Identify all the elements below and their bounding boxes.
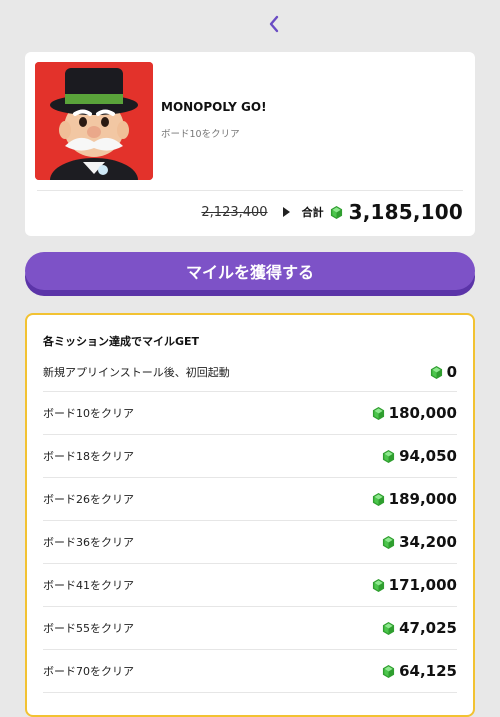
earn-miles-button[interactable]: マイルを獲得する xyxy=(25,252,475,290)
divider xyxy=(37,190,463,191)
mission-points: 171,000 xyxy=(388,576,457,594)
mission-points: 47,025 xyxy=(399,619,457,637)
gem-icon xyxy=(383,664,395,678)
mission-value: 64,125 xyxy=(382,662,457,680)
mission-points: 34,200 xyxy=(399,533,457,551)
monopoly-man-icon xyxy=(35,62,153,180)
mission-label: ボード55をクリア xyxy=(43,622,134,635)
mission-label: ボード36をクリア xyxy=(43,536,134,549)
gem-icon xyxy=(372,406,384,420)
mission-value: 180,000 xyxy=(372,404,457,422)
price-row: 2,123,400 合計 3,185,100 xyxy=(201,198,463,226)
mission-points: 0 xyxy=(446,363,457,381)
mission-row: ボード55をクリア 47,025 xyxy=(43,607,457,650)
mission-label: ボード41をクリア xyxy=(43,579,134,592)
gem-icon xyxy=(383,449,395,463)
mission-value: 189,000 xyxy=(372,490,457,508)
mission-value: 47,025 xyxy=(382,619,457,637)
mission-row: ボード36をクリア 34,200 xyxy=(43,521,457,564)
mission-value: 171,000 xyxy=(372,576,457,594)
app-subtitle: ボード10をクリア xyxy=(161,129,240,140)
mission-value: 0 xyxy=(430,363,457,381)
mission-value: 34,200 xyxy=(382,533,457,551)
chevron-left-icon xyxy=(269,15,279,33)
gem-icon xyxy=(383,535,395,549)
app-icon[interactable] xyxy=(35,62,153,180)
mission-points: 64,125 xyxy=(399,662,457,680)
gem-icon xyxy=(372,578,384,592)
mission-label: ボード26をクリア xyxy=(43,493,134,506)
gem-icon xyxy=(383,621,395,635)
cta-wrapper: マイルを獲得する xyxy=(25,252,475,296)
mission-label: 新規アプリインストール後、初回起動 xyxy=(43,366,230,379)
mission-label: ボード18をクリア xyxy=(43,450,134,463)
total-label: 合計 xyxy=(301,206,324,219)
mission-panel: 各ミッション達成でマイルGET 新規アプリインストール後、初回起動 0 ボード1… xyxy=(25,313,475,717)
mission-value: 94,050 xyxy=(382,447,457,465)
mission-points: 94,050 xyxy=(399,447,457,465)
gem-icon xyxy=(372,492,384,506)
mission-label: ボード10をクリア xyxy=(43,407,134,420)
mission-row: ボード26をクリア 189,000 xyxy=(43,478,457,521)
mission-points: 189,000 xyxy=(388,490,457,508)
mission-points: 180,000 xyxy=(388,404,457,422)
mission-row: ボード18をクリア 94,050 xyxy=(43,435,457,478)
mission-label: ボード70をクリア xyxy=(43,665,134,678)
mission-row: ボード70をクリア 64,125 xyxy=(43,650,457,693)
mission-row: ボード10をクリア 180,000 xyxy=(43,392,457,435)
app-card: MONOPOLY GO! ボード10をクリア 2,123,400 合計 3,18… xyxy=(25,52,475,236)
app-title: MONOPOLY GO! xyxy=(161,100,267,114)
top-bar xyxy=(0,0,500,48)
mission-title: 各ミッション達成でマイルGET xyxy=(43,335,200,348)
mission-row: 新規アプリインストール後、初回起動 0 xyxy=(43,353,457,392)
gem-icon xyxy=(430,365,442,379)
old-price: 2,123,400 xyxy=(201,204,268,220)
back-button[interactable] xyxy=(262,12,286,36)
total-value: 3,185,100 xyxy=(348,200,463,224)
mission-list: 新規アプリインストール後、初回起動 0 ボード10をクリア 180,000 ボー… xyxy=(43,353,457,693)
mission-row: ボード41をクリア 171,000 xyxy=(43,564,457,607)
play-arrow-icon xyxy=(282,207,290,217)
gem-icon xyxy=(330,205,342,219)
